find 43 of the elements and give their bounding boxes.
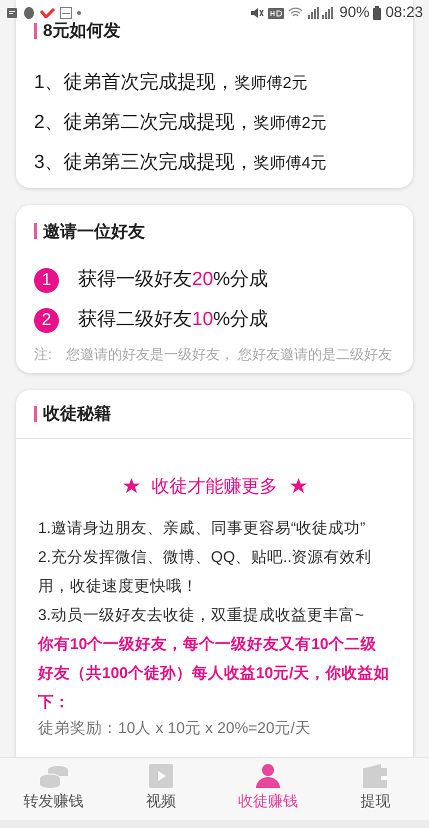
card-title: 收徒秘籍 — [43, 403, 111, 426]
tip-text: 2.充分发挥微信、微博、QQ、贴吧..资源有效利用，收徒速度更快哦！ — [38, 548, 373, 597]
rule-text: 1、徒弟首次完成提现， — [34, 71, 235, 96]
wifi-icon — [288, 7, 304, 19]
battery-percentage: 90% — [339, 2, 370, 23]
play-icon — [148, 764, 173, 788]
dot-icon — [77, 11, 81, 15]
tab-button[interactable]: 提现 — [322, 758, 429, 820]
reward-text: 奖师傅2元 — [254, 114, 326, 134]
tab-button[interactable]: 视频 — [107, 758, 214, 820]
slogan-text: 收徒才能赚更多 — [152, 474, 278, 498]
rule-text: 2、徒弟第二次完成提现， — [34, 111, 254, 136]
note-text: 您邀请的好友是一级好友， 您好友邀请的是二级好友 — [66, 345, 392, 364]
number-badge: 1 — [34, 268, 59, 292]
tab-button[interactable]: 转发赚钱 — [0, 758, 108, 820]
rule-text: 3、徒弟第三次完成提现， — [34, 151, 254, 176]
mute-icon — [250, 7, 264, 19]
number-badge: 2 — [34, 308, 59, 332]
example-text: 你有10个一级好友，每个一级好友又有10个二级好友（共100个徒孙）每人收益10元/天，你收益如下： — [38, 635, 390, 713]
tip-text: 3.动员一级好友去收徒，双重提成收益更丰富~ — [38, 606, 365, 626]
star-icon — [122, 478, 140, 494]
hd-icon — [268, 8, 284, 18]
person-icon — [256, 764, 280, 788]
title-accent-bar — [34, 22, 37, 39]
card-title: 8元如何发 — [43, 20, 120, 42]
star-icon — [290, 478, 306, 494]
title-accent-bar — [34, 406, 37, 422]
check-mark-icon — [40, 8, 55, 18]
share-text: 获得二级好友10%分成 — [78, 308, 268, 332]
share-text: 获得一级好友20%分成 — [78, 268, 268, 292]
card-title: 邀请一位好友 — [43, 220, 145, 242]
reward-text: 奖师傅2元 — [234, 74, 308, 94]
tip-text: 1.邀请身边朋友、亲戚、同事更容易“收徒成功” — [38, 519, 366, 539]
reward-text: 奖师傅4元 — [254, 154, 326, 174]
reward-formula: 徒弟奖励：10人 x 10元 x 20%=20元/天 — [38, 719, 312, 739]
calendar-icon — [60, 7, 72, 19]
battery-icon — [373, 6, 382, 20]
title-accent-bar — [34, 223, 37, 240]
coins-icon — [38, 764, 70, 788]
note-label: 注: — [34, 345, 52, 364]
wallet-icon — [363, 764, 388, 788]
clock-time: 08:23 — [385, 2, 423, 23]
signal-icon — [307, 7, 336, 19]
